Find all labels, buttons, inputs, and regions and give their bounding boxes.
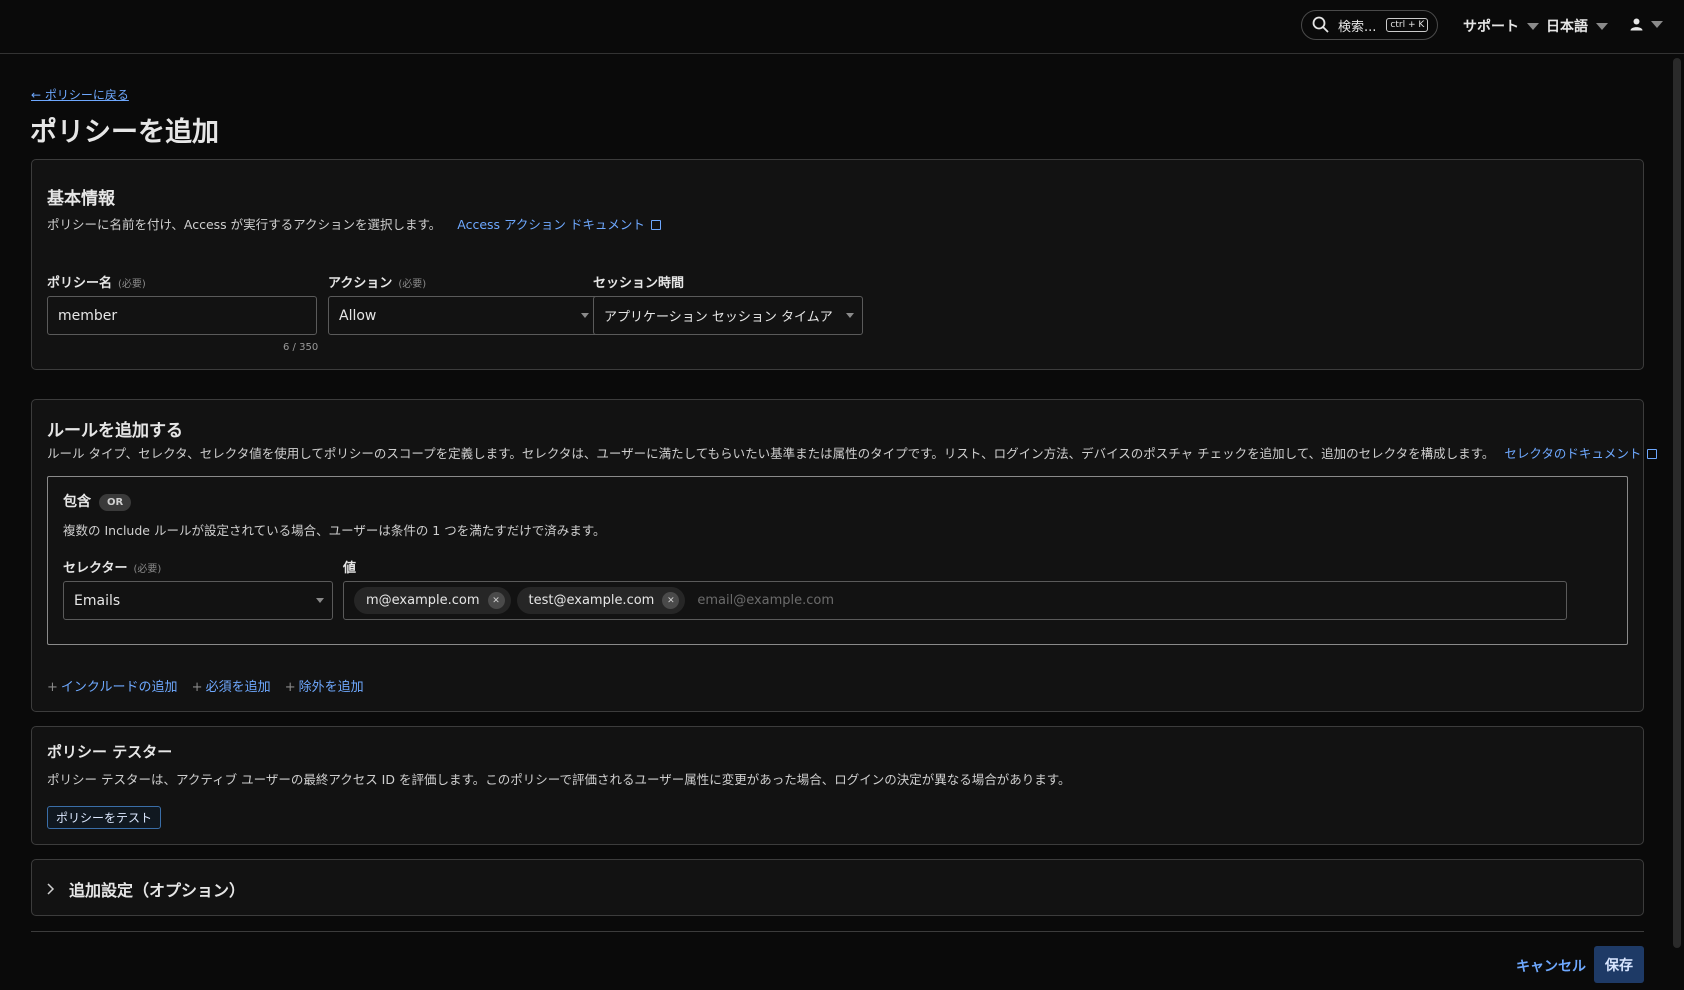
policy-name-label-text: ポリシー名 <box>47 276 113 291</box>
search-button[interactable]: 検索... ctrl + K <box>1301 10 1438 40</box>
required-label: (必要) <box>118 279 146 290</box>
external-link-icon <box>650 220 661 230</box>
language-menu[interactable]: 日本語 <box>1546 16 1608 36</box>
additional-settings-card[interactable]: 追加設定（オプション） <box>31 859 1644 916</box>
basic-info-title: 基本情報 <box>47 189 115 209</box>
plus-icon: + <box>47 680 58 695</box>
selector-value: Emails <box>74 592 121 609</box>
or-badge: OR <box>99 493 132 511</box>
test-policy-button[interactable]: ポリシーをテスト <box>47 806 162 829</box>
plus-icon: + <box>284 680 296 695</box>
value-input[interactable]: m@example.com ✕ test@example.com ✕ email… <box>343 581 1567 620</box>
page-title: ポリシーを追加 <box>30 117 219 148</box>
support-menu[interactable]: サポート <box>1463 16 1539 36</box>
selector-label-text: セレクター <box>63 561 128 576</box>
email-chip-label: test@example.com <box>528 593 655 608</box>
chevron-down-icon <box>1596 22 1608 30</box>
action-label: アクション (必要) <box>328 272 426 291</box>
include-description: 複数の Include ルールが設定されている場合、ユーザーは条件の 1 つを満… <box>63 523 606 538</box>
basic-info-description: ポリシーに名前を付け、Access が実行するアクションを選択します。 Acce… <box>47 214 661 233</box>
search-label: 検索... <box>1338 19 1377 35</box>
chevron-down-icon <box>846 313 854 318</box>
include-rule-box: 包含 OR 複数の Include ルールが設定されている場合、ユーザーは条件の … <box>47 476 1628 645</box>
required-label: (必要) <box>398 279 427 290</box>
search-shortcut: ctrl + K <box>1386 18 1429 32</box>
user-menu[interactable] <box>1630 18 1663 31</box>
selector-select[interactable]: Emails <box>63 581 333 620</box>
email-chip-label: m@example.com <box>366 593 480 608</box>
back-to-policies-link[interactable]: ← ポリシーに戻る <box>31 86 129 103</box>
chevron-down-icon <box>1527 22 1539 30</box>
close-icon[interactable]: ✕ <box>662 592 680 609</box>
chevron-down-icon <box>316 598 324 603</box>
plus-icon: + <box>191 680 203 695</box>
policy-tester-title: ポリシー テスター <box>47 743 173 761</box>
include-header: 包含 OR <box>63 491 132 511</box>
add-rules-card: ルールを追加する ルール タイプ、セレクタ、セレクタ値を使用してポリシーのスコー… <box>31 399 1658 712</box>
policy-name-value: member <box>58 307 118 324</box>
basic-info-card: 基本情報 ポリシーに名前を付け、Access が実行するアクションを選択します。… <box>31 159 1644 370</box>
session-duration-label: セッション時間 <box>593 276 685 291</box>
selector-label: セレクター (必要) <box>63 557 161 576</box>
cancel-button[interactable]: キャンセル <box>1516 956 1586 976</box>
policy-tester-card: ポリシー テスター ポリシー テスターは、アクティブ ユーザーの最終アクセス I… <box>31 726 1644 845</box>
footer-divider <box>31 931 1644 932</box>
add-rule-links: + インクルードの追加 + 必須を追加 + 除外を追加 <box>47 676 374 695</box>
action-value: Allow <box>339 307 377 324</box>
support-label: サポート <box>1463 19 1519 35</box>
action-label-text: アクション <box>328 276 393 291</box>
close-icon[interactable]: ✕ <box>487 592 505 609</box>
email-placeholder[interactable]: email@example.com <box>697 593 834 608</box>
char-counter: 6 / 350 <box>283 342 319 353</box>
chevron-down-icon <box>1651 21 1663 28</box>
add-require-link[interactable]: 必須を追加 <box>206 680 271 695</box>
search-icon <box>1312 16 1329 33</box>
session-duration-select[interactable]: アプリケーション セッション タイムアウトと... <box>593 296 863 335</box>
include-title: 包含 <box>63 494 91 510</box>
value-label: 値 <box>343 561 357 576</box>
external-link-icon <box>1647 449 1658 459</box>
policy-name-input[interactable]: member <box>47 296 317 335</box>
session-duration-value: アプリケーション セッション タイムアウトと... <box>604 310 832 325</box>
email-chip: test@example.com ✕ <box>516 587 686 614</box>
user-icon <box>1630 18 1643 31</box>
action-select[interactable]: Allow <box>328 296 598 335</box>
additional-settings-title: 追加設定（オプション） <box>69 881 246 900</box>
email-chip: m@example.com ✕ <box>354 587 511 614</box>
add-exclude-link[interactable]: 除外を追加 <box>299 680 364 695</box>
add-include-link[interactable]: インクルードの追加 <box>61 680 178 695</box>
basic-info-description-text: ポリシーに名前を付け、Access が実行するアクションを選択します。 <box>47 217 442 232</box>
chevron-down-icon <box>581 313 589 318</box>
policy-tester-description: ポリシー テスターは、アクティブ ユーザーの最終アクセス ID を評価します。こ… <box>47 772 1071 787</box>
selector-docs-link[interactable]: セレクタのドキュメント <box>1504 446 1641 461</box>
add-rules-description: ルール タイプ、セレクタ、セレクタ値を使用してポリシーのスコープを定義します。セ… <box>47 443 1658 462</box>
action-docs-link[interactable]: Access アクション ドキュメント <box>457 217 645 232</box>
save-button[interactable]: 保存 <box>1594 946 1644 983</box>
chevron-right-icon <box>47 883 55 895</box>
top-bar: 検索... ctrl + K サポート 日本語 <box>0 0 1684 54</box>
add-rules-title: ルールを追加する <box>47 421 183 441</box>
language-label: 日本語 <box>1546 19 1588 35</box>
policy-name-label: ポリシー名 (必要) <box>47 272 146 291</box>
scrollbar-thumb[interactable] <box>1673 58 1681 948</box>
add-rules-description-text: ルール タイプ、セレクタ、セレクタ値を使用してポリシーのスコープを定義します。セ… <box>47 446 1495 461</box>
required-label: (必要) <box>133 564 162 575</box>
